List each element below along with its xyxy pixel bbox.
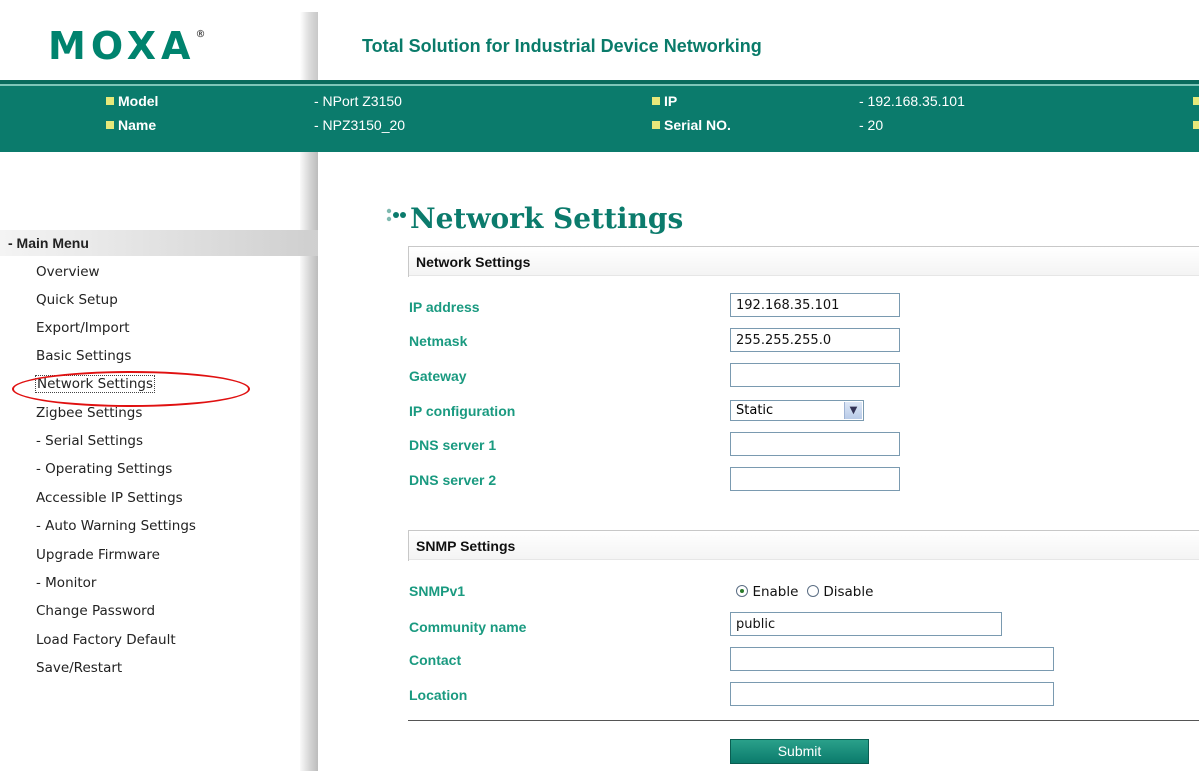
model-label: Model: [106, 93, 158, 109]
name-label: Name: [106, 117, 156, 133]
bullet-icon: [652, 97, 660, 105]
form-divider: [408, 720, 1199, 721]
netmask-label: Netmask: [409, 333, 468, 349]
dns1-input[interactable]: [730, 432, 900, 456]
sidebar-item-serial-settings[interactable]: - Serial Settings: [36, 433, 143, 449]
sidebar-item-load-factory-default[interactable]: Load Factory Default: [36, 632, 176, 648]
dns1-label: DNS server 1: [409, 437, 497, 453]
sidebar-item-quick-setup[interactable]: Quick Setup: [36, 292, 118, 308]
bullet-icon: [106, 121, 114, 129]
model-value: - NPort Z3150: [314, 93, 402, 109]
snmp-section-header: SNMP Settings: [408, 530, 1199, 561]
page-title: Network Settings: [410, 202, 684, 235]
highlight-circle: [12, 371, 250, 407]
bullet-icon: [1193, 97, 1199, 105]
sidebar-item-upgrade-firmware[interactable]: Upgrade Firmware: [36, 547, 160, 563]
device-info-bar: [0, 80, 1199, 152]
netmask-input[interactable]: [730, 328, 900, 352]
sidebar-item-save-restart[interactable]: Save/Restart: [36, 660, 122, 676]
location-label: Location: [409, 687, 468, 703]
ip-label: IP: [652, 93, 677, 109]
enable-radio[interactable]: [736, 585, 748, 597]
snmpv1-radio-group: Enable Disable: [736, 583, 873, 601]
sidebar-item-zigbee-settings[interactable]: Zigbee Settings: [36, 405, 142, 421]
bullet-icon: [652, 121, 660, 129]
chevron-down-icon[interactable]: ▼: [844, 402, 862, 419]
info-bar-highlight: [0, 84, 1199, 86]
gateway-input[interactable]: [730, 363, 900, 387]
sidebar-item-auto-warning[interactable]: - Auto Warning Settings: [36, 518, 196, 534]
name-value: - NPZ3150_20: [314, 117, 406, 133]
enable-label: Enable: [752, 584, 799, 600]
community-name-label: Community name: [409, 619, 527, 635]
sidebar-item-overview[interactable]: Overview: [36, 264, 100, 280]
ip-address-label: IP address: [409, 299, 480, 315]
community-name-input[interactable]: [730, 612, 1002, 636]
dns2-label: DNS server 2: [409, 472, 497, 488]
moxa-logo: MOXA®: [48, 24, 206, 68]
ip-address-input[interactable]: [730, 293, 900, 317]
contact-label: Contact: [409, 652, 462, 668]
submit-button[interactable]: Submit: [730, 739, 869, 764]
ip-configuration-label: IP configuration: [409, 403, 516, 419]
header-shade: [300, 12, 318, 80]
sidebar-item-monitor[interactable]: - Monitor: [36, 575, 96, 591]
sidebar-item-export-import[interactable]: Export/Import: [36, 320, 130, 336]
sidebar-item-accessible-ip[interactable]: Accessible IP Settings: [36, 490, 183, 506]
sidebar-item-basic-settings[interactable]: Basic Settings: [36, 348, 131, 364]
disable-label: Disable: [823, 584, 874, 600]
bullet-icon: [106, 97, 114, 105]
contact-input[interactable]: [730, 647, 1054, 671]
title-dots-icon: [386, 208, 406, 222]
bullet-icon: [1193, 121, 1199, 129]
main-menu-header[interactable]: - Main Menu: [0, 230, 318, 256]
serial-value: - 20: [859, 117, 884, 133]
tagline: Total Solution for Industrial Device Net…: [362, 36, 762, 56]
ip-value: - 192.168.35.101: [859, 93, 965, 109]
snmpv1-label: SNMPv1: [409, 583, 466, 599]
disable-radio[interactable]: [806, 585, 819, 597]
network-section-header: Network Settings: [408, 246, 1199, 277]
gateway-label: Gateway: [409, 368, 467, 384]
serial-label: Serial NO.: [652, 117, 731, 133]
ip-configuration-select[interactable]: Static ▼: [730, 400, 864, 421]
dns2-input[interactable]: [730, 467, 900, 491]
location-input[interactable]: [730, 682, 1054, 706]
sidebar-item-change-password[interactable]: Change Password: [36, 603, 155, 619]
select-value: Static: [736, 403, 774, 418]
sidebar-item-operating-settings[interactable]: - Operating Settings: [36, 461, 172, 477]
